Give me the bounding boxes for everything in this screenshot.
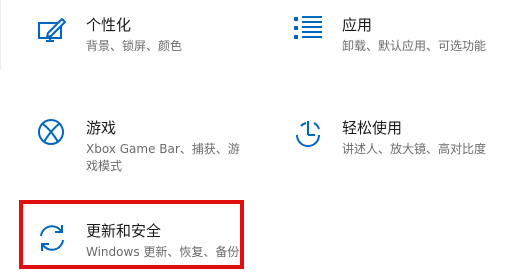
tile-personalization[interactable]: 个性化 背景、锁屏、颜色 [36, 12, 236, 62]
tile-description-line-2: 戏模式 [86, 159, 123, 173]
tile-description: 讲述人、放大镜、高对比度 [342, 142, 487, 156]
settings-page: 个性化 背景、锁屏、颜色 应用 卸载、默认应用、可选功能 游戏 Xbox Gam… [0, 0, 508, 275]
ease-of-access-icon [292, 117, 328, 153]
left-divider [0, 0, 13, 70]
tile-description-line-1: Xbox Game Bar、捕获、游 [86, 142, 240, 156]
tile-description: 卸载、默认应用、可选功能 [342, 39, 487, 53]
apps-list-icon [292, 14, 328, 50]
tile-description: 背景、锁屏、颜色 [86, 39, 183, 53]
tile-ease-of-access[interactable]: 轻松使用 讲述人、放大镜、高对比度 [292, 115, 502, 165]
tile-title: 轻松使用 [342, 119, 403, 137]
highlight-box [19, 200, 244, 269]
tile-title: 游戏 [86, 119, 117, 137]
tile-apps[interactable]: 应用 卸载、默认应用、可选功能 [292, 12, 502, 62]
personalization-icon [36, 14, 72, 50]
xbox-icon [36, 117, 72, 153]
tile-title: 个性化 [86, 16, 132, 34]
tile-gaming[interactable]: 游戏 Xbox Game Bar、捕获、游 戏模式 [36, 115, 251, 175]
tile-title: 应用 [342, 16, 373, 34]
